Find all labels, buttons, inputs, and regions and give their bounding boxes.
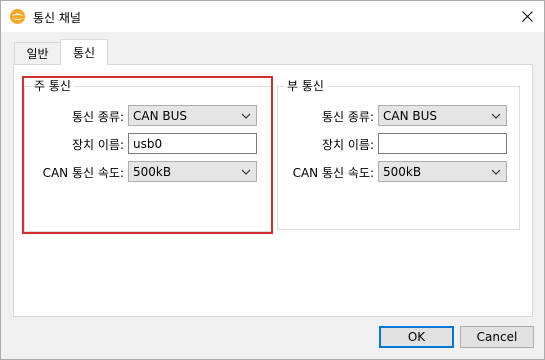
tab-communication-label: 통신 — [72, 46, 96, 60]
app-logo-icon — [10, 9, 25, 24]
primary-device-name-input[interactable]: usb0 — [128, 133, 257, 154]
cancel-button-label: Cancel — [476, 330, 518, 344]
primary-comm-legend: 주 통신 — [31, 79, 74, 93]
primary-comm-type-select[interactable]: CAN BUS — [128, 105, 257, 126]
tab-general-label: 일반 — [26, 47, 49, 61]
secondary-comm-legend: 부 통신 — [284, 79, 327, 93]
secondary-comm-type-value: CAN BUS — [383, 108, 438, 123]
primary-device-name-value: usb0 — [133, 136, 163, 151]
cancel-button[interactable]: Cancel — [460, 326, 534, 348]
close-button[interactable] — [511, 1, 544, 32]
primary-can-speed-select[interactable]: 500kB — [128, 161, 257, 182]
tab-general[interactable]: 일반 — [14, 42, 61, 64]
secondary-can-speed-select[interactable]: 500kB — [378, 161, 507, 182]
secondary-can-speed-value: 500kB — [383, 164, 422, 179]
chevron-down-icon — [491, 113, 501, 119]
secondary-can-speed-label: CAN 통신 속도: — [292, 166, 374, 180]
secondary-device-name-label: 장치 이름: — [321, 138, 374, 152]
tab-panel-communication: 주 통신 통신 종류: CAN BUS 장치 이름: usb0 CAN 통신 속… — [13, 64, 533, 317]
title-bar: 통신 채널 — [1, 1, 544, 32]
chevron-down-icon — [491, 169, 501, 175]
secondary-device-name-input[interactable] — [378, 133, 507, 154]
tab-communication[interactable]: 통신 — [60, 39, 108, 65]
window-title: 통신 채널 — [33, 11, 81, 25]
dialog-window: 통신 채널 일반 통신 주 통신 통신 종류: CAN BUS 장치 이름: u… — [0, 0, 545, 360]
ok-button[interactable]: OK — [379, 326, 454, 348]
secondary-comm-type-select[interactable]: CAN BUS — [378, 105, 507, 126]
primary-can-speed-value: 500kB — [133, 164, 172, 179]
primary-comm-type-label: 통신 종류: — [71, 110, 124, 124]
chevron-down-icon — [241, 169, 251, 175]
close-icon — [522, 11, 533, 22]
primary-comm-type-value: CAN BUS — [133, 108, 188, 123]
ok-button-label: OK — [407, 330, 426, 344]
primary-device-name-label: 장치 이름: — [71, 138, 124, 152]
primary-can-speed-label: CAN 통신 속도: — [42, 166, 124, 180]
chevron-down-icon — [241, 113, 251, 119]
secondary-comm-type-label: 통신 종류: — [321, 110, 374, 124]
